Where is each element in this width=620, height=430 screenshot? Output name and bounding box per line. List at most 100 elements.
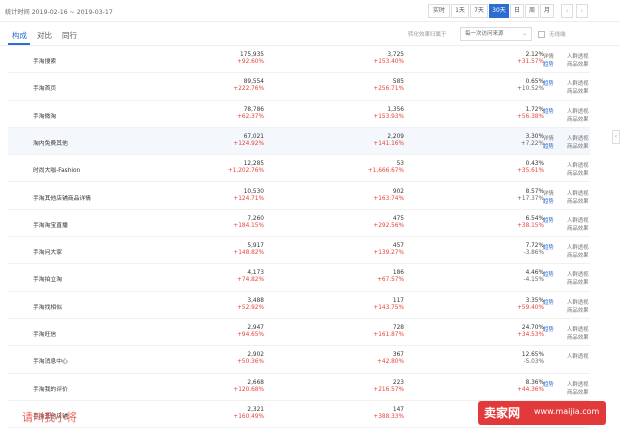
product-effect-link[interactable]: 商品效果 xyxy=(567,278,589,286)
metric-cell: 6.54% +38.15% xyxy=(444,216,544,230)
actions-primary: 详情 趋势 xyxy=(543,189,554,205)
metric-cell: 12.65% -5.03% xyxy=(444,352,544,366)
metric-delta: -4.15% xyxy=(523,277,544,284)
range-month[interactable]: 月 xyxy=(540,4,554,18)
tab-compare[interactable]: 对比 xyxy=(37,30,52,41)
product-effect-link[interactable]: 商品效果 xyxy=(567,251,589,259)
side-toggle-icon[interactable]: ‹ xyxy=(612,130,620,144)
product-effect-link[interactable]: 商品效果 xyxy=(567,60,589,68)
product-effect-link[interactable]: 商品效果 xyxy=(567,224,589,232)
audience-link[interactable]: 人群透视 xyxy=(567,270,589,278)
watermark: 请叫我小将 xyxy=(22,411,77,424)
actions-secondary: 人群透视 商品效果 xyxy=(567,270,589,286)
actions-primary: 趋势 xyxy=(543,79,554,87)
metric-cell: 475 +292.56% xyxy=(304,216,404,230)
range-week[interactable]: 周 xyxy=(525,4,539,18)
metric-delta: +141.16% xyxy=(373,140,404,147)
metric-delta: +388.33% xyxy=(373,413,404,420)
metric-delta: +124.92% xyxy=(233,140,264,147)
metric-value: 2,321 xyxy=(247,406,264,413)
trend-link[interactable]: 趋势 xyxy=(543,325,554,333)
metric-delta: +7.22% xyxy=(520,140,544,147)
wireless-label: 无线端 xyxy=(549,32,566,38)
product-effect-link[interactable]: 商品效果 xyxy=(567,87,589,95)
trend-link[interactable]: 趋势 xyxy=(543,243,554,251)
trend-link[interactable]: 趋势 xyxy=(543,107,554,115)
audience-link[interactable]: 人群透视 xyxy=(567,52,589,60)
product-effect-link[interactable]: 商品效果 xyxy=(567,306,589,314)
metric-value: 1,356 xyxy=(387,106,404,113)
actions-primary: 趋势 xyxy=(543,298,554,306)
metric-delta: +67.57% xyxy=(377,277,404,284)
tab-composition[interactable]: 构成 xyxy=(12,30,27,41)
tab-peers[interactable]: 同行 xyxy=(62,30,77,41)
product-effect-link[interactable]: 商品效果 xyxy=(567,115,589,123)
range-1d[interactable]: 1天 xyxy=(451,4,469,18)
audience-link[interactable]: 人群透视 xyxy=(567,189,589,197)
details-link[interactable]: 详情 xyxy=(543,189,554,197)
actions-secondary: 人群透视 商品效果 xyxy=(567,107,589,123)
metric-value: 0.65% xyxy=(525,79,544,86)
actions-primary: 趋势 xyxy=(543,107,554,115)
trend-link[interactable]: 趋势 xyxy=(543,197,554,205)
metric-value: 78,786 xyxy=(243,106,264,113)
chevron-left-icon[interactable]: ‹ xyxy=(561,4,573,18)
trend-link[interactable]: 趋势 xyxy=(543,60,554,68)
trend-link[interactable]: 趋势 xyxy=(543,142,554,150)
table-row: 淘内免费其他 67,021 +124.92% 2,209 +141.16% 3.30% +7… xyxy=(8,127,590,156)
metric-delta: +1,202.76% xyxy=(227,168,264,175)
metric-delta: +62.37% xyxy=(237,113,264,120)
details-link[interactable]: 详情 xyxy=(543,52,554,60)
metric-value: 186 xyxy=(392,270,404,277)
metric-value: 12.65% xyxy=(521,352,544,359)
audience-link[interactable]: 人群透视 xyxy=(567,161,589,169)
product-effect-link[interactable]: 商品效果 xyxy=(567,169,589,177)
audience-link[interactable]: 人群透视 xyxy=(567,380,589,388)
actions-primary: 详情 趋势 xyxy=(543,52,554,68)
metric-value: 2,902 xyxy=(247,352,264,359)
source-name: 手淘旺信 xyxy=(33,332,57,338)
product-effect-link[interactable]: 商品效果 xyxy=(567,388,589,396)
audience-link[interactable]: 人群透视 xyxy=(567,134,589,142)
wireless-checkbox[interactable] xyxy=(538,31,545,38)
source-name: 手淘问大家 xyxy=(33,250,62,257)
range-day[interactable]: 日 xyxy=(510,4,524,18)
chevron-right-icon[interactable]: › xyxy=(576,4,588,18)
audience-link[interactable]: 人群透视 xyxy=(567,107,589,115)
trend-link[interactable]: 趋势 xyxy=(543,298,554,306)
product-effect-link[interactable]: 商品效果 xyxy=(567,197,589,205)
actions-primary: 趋势 xyxy=(543,216,554,224)
details-link[interactable]: 详情 xyxy=(543,134,554,142)
audience-link[interactable]: 人群透视 xyxy=(567,216,589,224)
source-select[interactable]: 每一次访问来源 ⌄ xyxy=(460,27,532,41)
metric-value: 2,947 xyxy=(247,325,264,331)
source-name: 手淘微淘 xyxy=(33,113,57,120)
audience-link[interactable]: 人群透视 xyxy=(567,298,589,306)
metric-value: 0.43% xyxy=(525,161,544,168)
range-7d[interactable]: 7天 xyxy=(470,4,488,18)
trend-link[interactable]: 趋势 xyxy=(543,380,554,388)
audience-link[interactable]: 人群透视 xyxy=(567,79,589,87)
audience-link[interactable]: 人群透视 xyxy=(567,243,589,251)
range-realtime[interactable]: 实时 xyxy=(428,4,450,18)
metric-value: 585 xyxy=(392,79,404,86)
audience-link[interactable]: 人群透视 xyxy=(567,352,589,360)
metric-cell: 5,917 +148.82% xyxy=(164,243,264,257)
metric-delta: +34.53% xyxy=(517,332,544,338)
date-range: 统计时间 2019-02-16 ~ 2019-03-17 xyxy=(5,9,113,16)
trend-link[interactable]: 趋势 xyxy=(543,216,554,224)
metric-value: 4,173 xyxy=(247,270,264,277)
metric-delta: +17.37% xyxy=(517,195,544,202)
product-effect-link[interactable]: 商品效果 xyxy=(567,142,589,150)
metric-value: 67,021 xyxy=(243,133,264,140)
active-tab-indicator xyxy=(8,43,30,45)
actions-secondary: 人群透视 商品效果 xyxy=(567,243,589,259)
product-effect-link[interactable]: 商品效果 xyxy=(567,333,589,341)
trend-link[interactable]: 趋势 xyxy=(543,79,554,87)
metric-cell: 7.72% -3.86% xyxy=(444,243,544,257)
audience-link[interactable]: 人群透视 xyxy=(567,325,589,333)
trend-link[interactable]: 趋势 xyxy=(543,270,554,278)
metric-delta: +160.49% xyxy=(233,413,264,420)
metric-cell: 4.46% -4.15% xyxy=(444,270,544,284)
range-30d[interactable]: 30天 xyxy=(489,4,509,18)
